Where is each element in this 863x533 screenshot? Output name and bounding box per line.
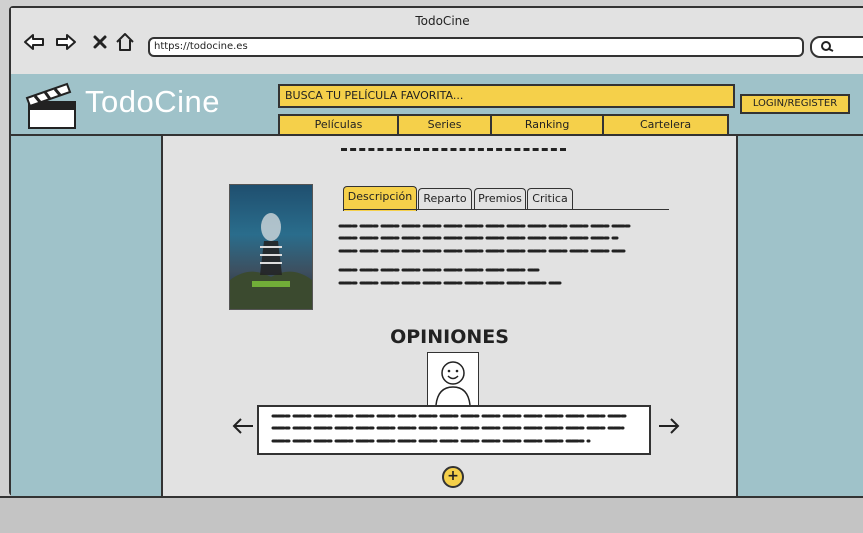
description-text-placeholder bbox=[338, 224, 632, 285]
url-bar[interactable]: https://todocine.es bbox=[148, 37, 804, 57]
right-sidebar bbox=[736, 136, 863, 498]
browser-window: TodoCine https://todocine.es TodoCine BU… bbox=[9, 6, 863, 498]
tab-reparto[interactable]: Reparto bbox=[418, 188, 472, 209]
home-icon[interactable] bbox=[114, 32, 136, 52]
site-header: TodoCine BUSCA TU PELÍCULA FAVORITA... P… bbox=[11, 74, 863, 136]
login-register-button[interactable]: LOGIN/REGISTER bbox=[740, 94, 850, 114]
next-review-arrow-icon[interactable] bbox=[657, 416, 681, 436]
back-icon[interactable] bbox=[23, 32, 45, 52]
movie-detail: Descripción Reparto Premios Critica OPIN… bbox=[163, 136, 736, 498]
main-nav: Películas Series Ranking Cartelera bbox=[278, 114, 729, 134]
window-title: TodoCine bbox=[415, 14, 470, 28]
nav-peliculas[interactable]: Películas bbox=[280, 116, 399, 134]
page-footer bbox=[0, 496, 863, 533]
search-icon bbox=[820, 40, 834, 55]
tab-descripcion[interactable]: Descripción bbox=[343, 186, 417, 211]
left-sidebar bbox=[11, 136, 163, 498]
movie-title-placeholder bbox=[341, 148, 566, 151]
browser-chrome: TodoCine https://todocine.es bbox=[11, 8, 863, 76]
nav-series[interactable]: Series bbox=[398, 116, 493, 134]
user-avatar bbox=[427, 352, 479, 406]
tabs-underline bbox=[343, 209, 669, 210]
movie-poster bbox=[229, 184, 313, 310]
nav-ranking[interactable]: Ranking bbox=[492, 116, 605, 134]
movie-search-input[interactable]: BUSCA TU PELÍCULA FAVORITA... bbox=[278, 84, 735, 108]
tab-premios[interactable]: Premios bbox=[474, 188, 526, 209]
tab-critica[interactable]: Critica bbox=[527, 188, 573, 209]
previous-review-arrow-icon[interactable] bbox=[231, 416, 255, 436]
review-text-placeholder bbox=[271, 414, 631, 443]
nav-cartelera[interactable]: Cartelera bbox=[604, 116, 727, 134]
clapperboard-icon bbox=[25, 80, 81, 134]
browser-search-button[interactable] bbox=[810, 36, 863, 58]
review-card bbox=[257, 405, 651, 455]
forward-icon[interactable] bbox=[55, 32, 77, 52]
close-icon[interactable] bbox=[89, 32, 111, 52]
add-review-button[interactable]: + bbox=[442, 466, 464, 488]
reviews-heading: OPINIONES bbox=[390, 326, 509, 348]
site-logo[interactable]: TodoCine bbox=[85, 84, 220, 120]
